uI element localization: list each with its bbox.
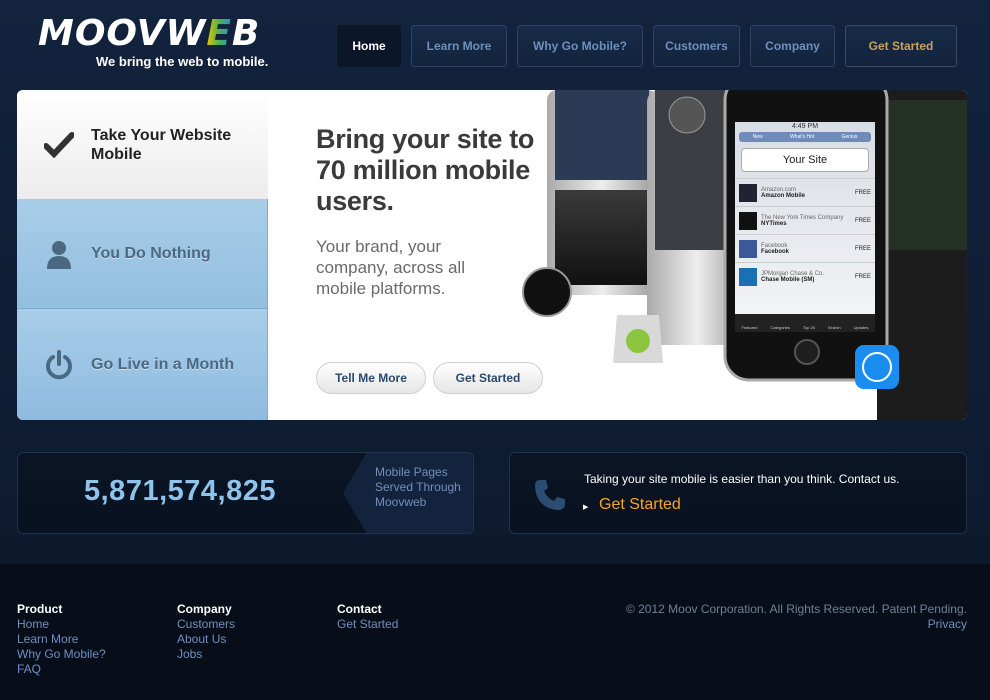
person-icon — [43, 238, 75, 270]
app-row: JPMorgan Chase & Co. Chase Mobile (SM) FR… — [735, 262, 875, 290]
feature-you-do-nothing[interactable]: You Do Nothing — [17, 199, 268, 309]
footer-link-get-started[interactable]: Get Started — [337, 617, 398, 632]
nav-why-go-mobile[interactable]: Why Go Mobile? — [517, 25, 643, 67]
hero-headline: Bring your site to 70 million mobile use… — [316, 124, 535, 216]
tell-me-more-button[interactable]: Tell Me More — [316, 362, 426, 394]
main-nav: Home Learn More Why Go Mobile? Customers… — [337, 25, 957, 67]
contact-get-started-link[interactable]: Get Started — [599, 496, 681, 514]
phone-icon — [532, 477, 568, 518]
app-row: The New York Times Company NYTimes FREE — [735, 206, 875, 234]
footer-link-faq[interactable]: FAQ — [17, 662, 106, 677]
copyright-text: © 2012 Moov Corporation. All Rights Rese… — [625, 602, 967, 616]
hero-banner: Take Your Website Mobile You Do Nothing … — [17, 90, 967, 420]
hero-subline: Your brand, your company, across all mob… — [316, 237, 465, 298]
footer-product-column: Product Home Learn More Why Go Mobile? F… — [17, 602, 106, 677]
page-counter: 5,871,574,825 — [84, 475, 276, 507]
moovweb-logo[interactable]: MOOVWEB We bring the web to mobile. — [38, 13, 278, 70]
logo-wordmark: MOOVWEB — [38, 13, 261, 54]
iphone-screen: 4:49 PM New What's Hot Genius Your Site … — [735, 122, 875, 332]
checkmark-icon — [43, 129, 75, 161]
footer-company-column: Company Customers About Us Jobs — [177, 602, 235, 662]
footer-heading: Contact — [337, 602, 382, 616]
feature-label: Go Live in a Month — [91, 356, 235, 373]
iphone-tabbar: Featured Categories Top 25 Search Updates — [735, 314, 875, 332]
app-row: Amazon.com Amazon Mobile FREE — [735, 178, 875, 206]
footer-link-about-us[interactable]: About Us — [177, 632, 235, 647]
nav-get-started[interactable]: Get Started — [845, 25, 957, 67]
footer-heading: Product — [17, 602, 63, 616]
feature-label: Take Your Website Mobile — [91, 126, 232, 163]
nav-customers[interactable]: Customers — [653, 25, 740, 67]
counter-label: Mobile Pages Served Through Moovweb — [375, 465, 461, 509]
copyright: © 2012 Moov Corporation. All Rights Rese… — [626, 602, 967, 632]
footer: Product Home Learn More Why Go Mobile? F… — [0, 564, 990, 700]
iphone-tabs: New What's Hot Genius — [739, 132, 871, 142]
footer-link-home[interactable]: Home — [17, 617, 106, 632]
power-icon — [43, 349, 75, 381]
arrow-right-icon: ▶ — [583, 504, 589, 511]
nav-company[interactable]: Company — [750, 25, 835, 67]
nav-learn-more[interactable]: Learn More — [411, 25, 507, 67]
footer-link-customers[interactable]: Customers — [177, 617, 235, 632]
app-row: Facebook Facebook FREE — [735, 234, 875, 262]
your-site-banner: Your Site — [741, 148, 869, 172]
page-counter-box: 5,871,574,825 Mobile Pages Served Throug… — [17, 452, 474, 534]
contact-text: Taking your site mobile is easier than y… — [584, 472, 900, 486]
feature-take-website-mobile[interactable]: Take Your Website Mobile — [17, 90, 268, 199]
iphone-time: 4:49 PM — [791, 123, 819, 130]
logo-tagline: We bring the web to mobile. — [96, 54, 269, 69]
feature-label: You Do Nothing — [91, 245, 211, 262]
footer-link-why-go-mobile[interactable]: Why Go Mobile? — [17, 647, 106, 662]
footer-heading: Company — [177, 602, 232, 616]
footer-link-jobs[interactable]: Jobs — [177, 647, 235, 662]
nav-home[interactable]: Home — [337, 25, 401, 67]
footer-link-learn-more[interactable]: Learn More — [17, 632, 106, 647]
footer-contact-column: Contact Get Started — [337, 602, 398, 632]
footer-link-privacy[interactable]: Privacy — [626, 617, 967, 632]
feature-go-live-month[interactable]: Go Live in a Month — [17, 309, 268, 420]
contact-box: Taking your site mobile is easier than y… — [509, 452, 967, 534]
